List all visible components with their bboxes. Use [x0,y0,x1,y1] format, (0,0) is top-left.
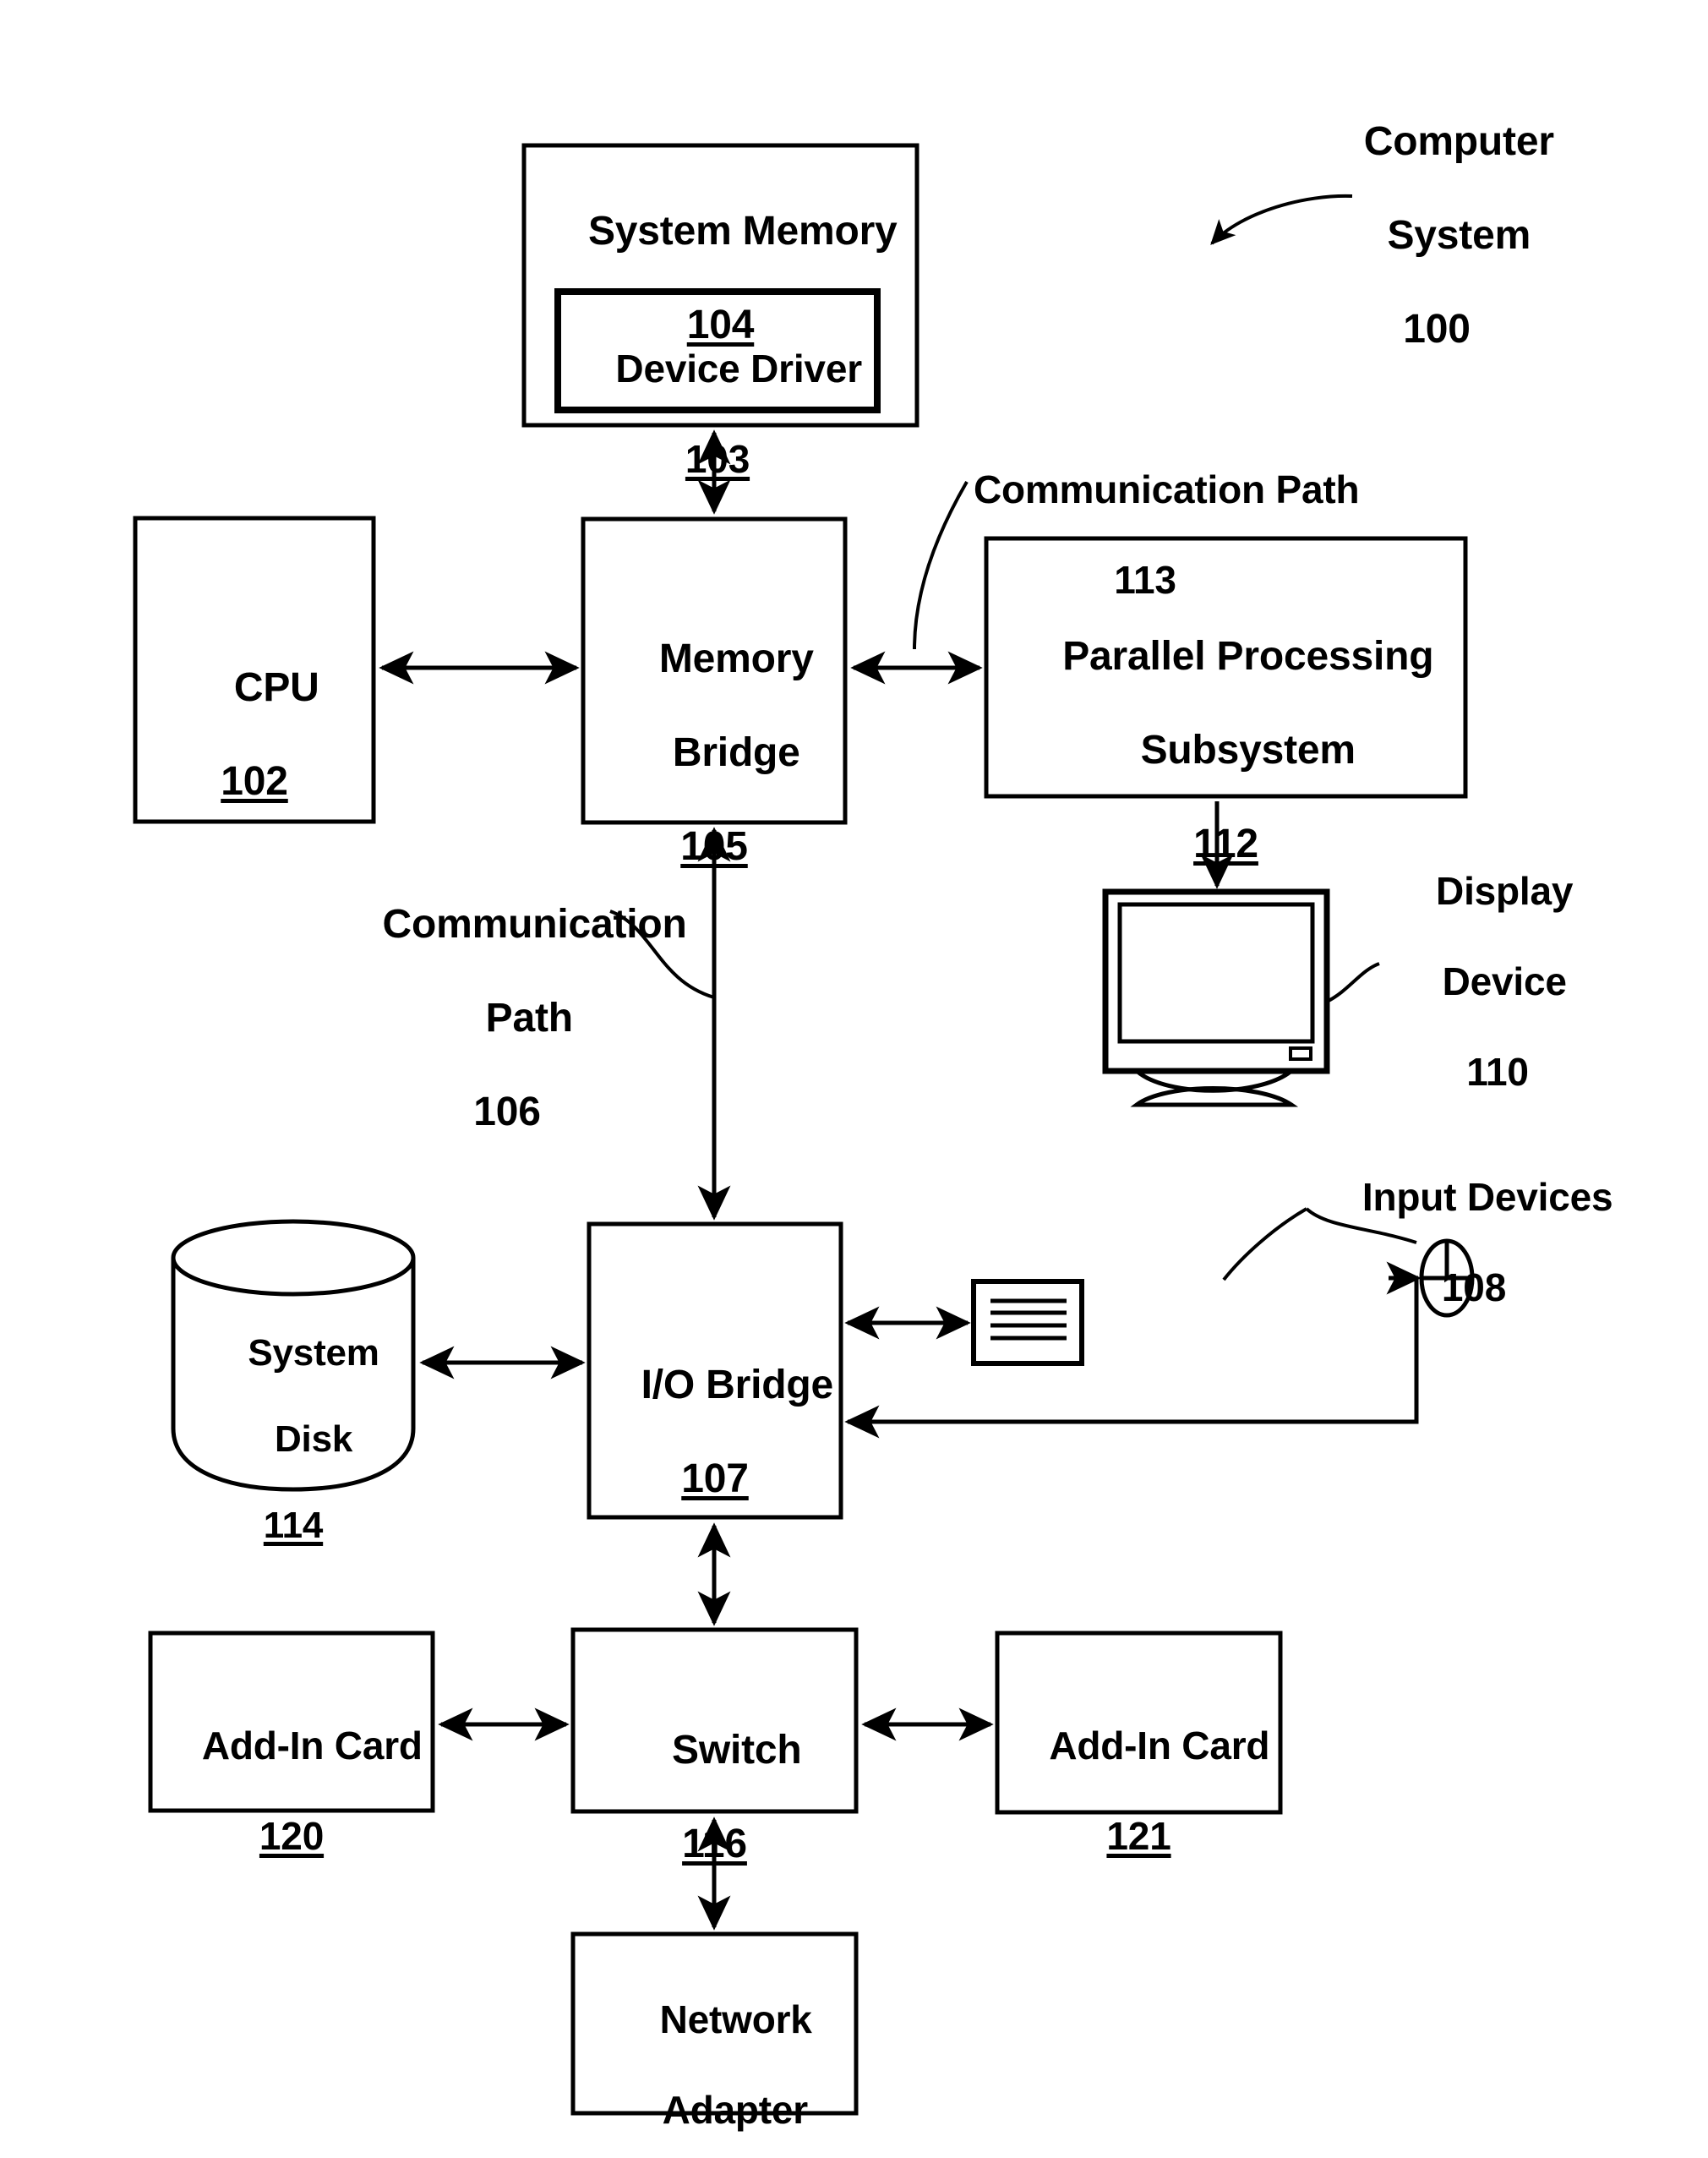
callout-comm-path-106: Communication Path 106 [338,854,687,1230]
keyboard-rows [990,1298,1067,1341]
leader-input-devices-left [1222,1207,1308,1281]
system-disk-ref: 114 [263,1505,324,1547]
monitor-power-button [1289,1046,1312,1061]
callout-computer-system-line2: System [1387,213,1531,259]
block-label-add-in-card-120: Add-In Card 120 [150,1679,433,1949]
block-label-device-driver: Device Driver 103 [558,302,877,572]
memory-bridge-line2: Bridge [672,730,800,776]
keyboard-body [971,1279,1084,1366]
callout-display-device-ref: 110 [1466,1049,1529,1094]
cpu-ref: 102 [221,759,288,805]
network-adapter-line1: Network [659,1997,812,2042]
callout-input-devices-ref: 108 [1441,1265,1507,1310]
callout-computer-system-line1: Computer [1363,118,1554,164]
switch-title: Switch [672,1727,802,1773]
system-disk-line1: System [248,1332,379,1374]
add-in-card-120-ref: 120 [259,1814,325,1859]
callout-display-device-line1: Display [1436,869,1574,914]
system-disk-line2: Disk [274,1418,353,1461]
add-in-card-121-title: Add-In Card [1049,1724,1270,1768]
pps-line1: Parallel Processing [1062,633,1434,679]
network-adapter-line2: Adapter [662,2088,809,2133]
add-in-card-121-ref: 121 [1106,1814,1171,1859]
callout-comm-path-113-line1: Communication Path [973,467,1360,512]
cpu-title: CPU [233,664,319,710]
callout-comm-path-106-line2: Path [485,996,573,1041]
memory-bridge-line1: Memory [658,636,814,681]
callout-computer-system: Computer System 100 [1285,71,1589,447]
block-label-switch: Switch 116 [573,1680,856,1962]
system-memory-title: System Memory [587,208,898,254]
io-bridge-ref: 107 [681,1456,749,1502]
add-in-card-120-title: Add-In Card [201,1724,423,1768]
callout-display-device-line2: Device [1442,959,1567,1004]
callout-comm-path-106-line1: Communication [382,901,687,947]
block-label-io-bridge: I/O Bridge 107 [589,1314,841,1597]
device-driver-ref: 103 [685,437,750,482]
block-label-system-disk: System Disk 114 [173,1288,413,1633]
block-label-network-adapter: Network Adapter 118 [573,1953,856,2158]
switch-ref: 116 [682,1822,747,1867]
callout-input-devices: Input Devices 108 [1306,1130,1627,1401]
block-label-add-in-card-121: Add-In Card 121 [997,1679,1280,1949]
callout-computer-system-ref: 100 [1403,307,1471,352]
figure-canvas: Computer System 100 System Memory 104 De… [0,0,1708,2158]
callout-input-devices-line1: Input Devices [1361,1175,1613,1220]
device-driver-title: Device Driver [615,347,862,391]
pps-line2: Subsystem [1140,728,1356,773]
system-disk-cylinder-top [171,1219,416,1297]
io-bridge-title: I/O Bridge [641,1362,834,1407]
callout-comm-path-106-ref: 106 [473,1090,541,1135]
